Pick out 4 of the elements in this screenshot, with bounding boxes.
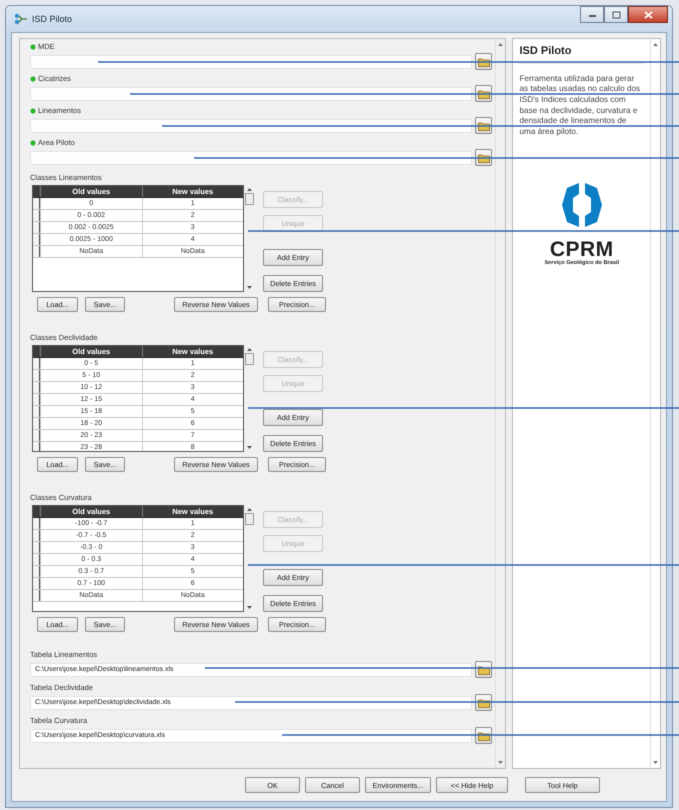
window-title: ISD Piloto	[32, 14, 72, 24]
help-title: ISD Piloto	[519, 45, 644, 64]
help-text: Ferramenta utilizada para gerar as tabelas usadas no calculo dos ISD's Indices calculados com base na declividade, curvatura e densidade de lineamentos de uma área piloto.	[519, 74, 642, 138]
logo-name: CPRM	[550, 240, 614, 260]
